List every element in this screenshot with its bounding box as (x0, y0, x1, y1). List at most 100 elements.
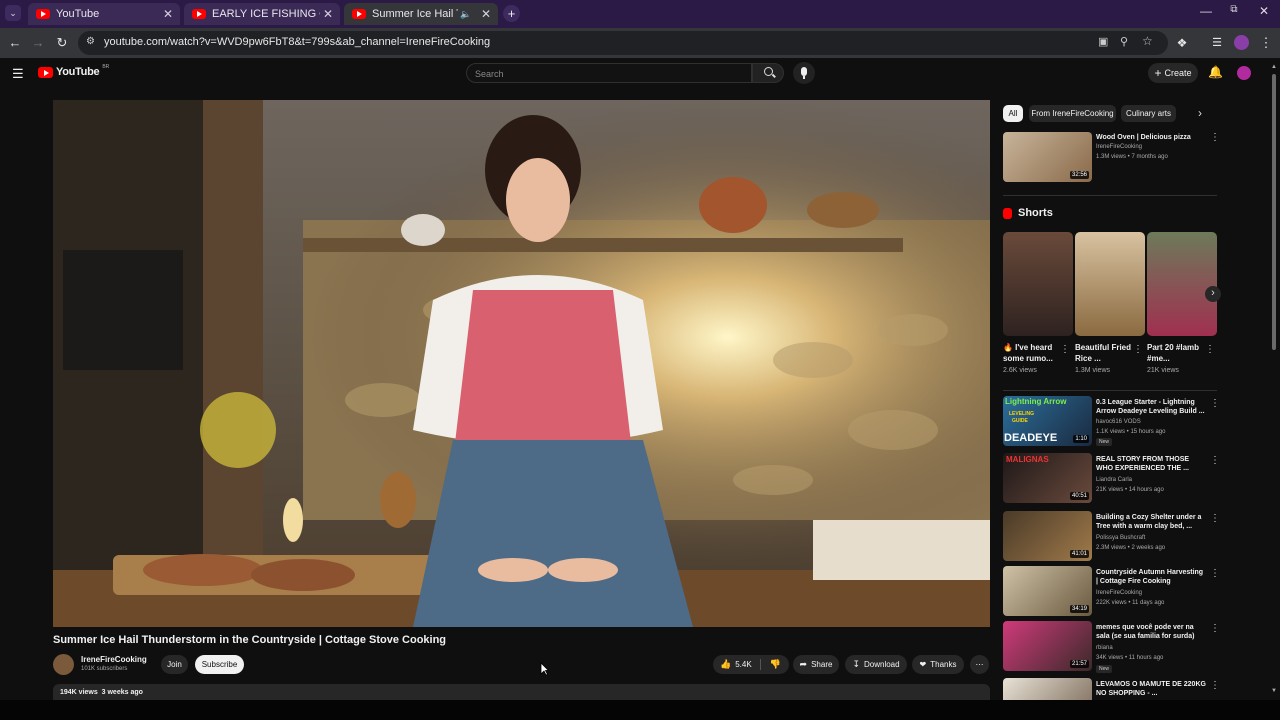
window-close-icon[interactable]: ✕ (1254, 4, 1274, 18)
like-button[interactable]: 👍 5.4K (720, 659, 752, 670)
recommendation-channel: Liandra Carla (1096, 477, 1133, 483)
channel-avatar[interactable] (53, 654, 74, 675)
search-input[interactable] (467, 65, 751, 83)
video-thumbnail[interactable]: 41:01 (1003, 511, 1092, 561)
reload-icon[interactable]: ↻ (53, 34, 71, 52)
shorts-next-icon[interactable]: › (1205, 286, 1221, 302)
more-vertical-icon[interactable]: ⋮ (1210, 398, 1220, 409)
like-dislike-group: 👍 5.4K 👎 (713, 655, 789, 674)
more-vertical-icon[interactable]: ⋮ (1210, 132, 1220, 143)
video-duration: 40:51 (1069, 492, 1089, 500)
short-thumbnail[interactable] (1147, 232, 1217, 336)
share-icon: ➦ (799, 659, 808, 669)
scroll-down-icon[interactable]: ▼ (1271, 688, 1277, 694)
download-button[interactable]: ↧ Download (845, 655, 907, 674)
recommendation-item[interactable]: Lightning Arrow LEVELING GUIDE DEADEYE 1… (1003, 396, 1221, 448)
thumbnail-text: LEVELING (1009, 411, 1035, 417)
url-text[interactable]: youtube.com/watch?v=WVD9pw6FbT8&t=799s&a… (104, 36, 490, 48)
site-info-icon[interactable]: ⚙ (86, 36, 95, 47)
recommendation-item[interactable]: LEVAMOS O MAMUTE DE 220KG NO SHOPPING - … (1003, 678, 1221, 700)
recommendation-item[interactable]: 32:56 Wood Oven | Delicious pizza IreneF… (1003, 132, 1221, 184)
search-button[interactable] (752, 63, 784, 83)
video-thumbnail[interactable]: 21:57 (1003, 621, 1092, 671)
media-controls-icon[interactable]: ☰ (1208, 34, 1226, 52)
country-code: BR (102, 64, 110, 70)
scroll-up-icon[interactable]: ▲ (1271, 64, 1277, 70)
more-vertical-icon[interactable]: ⋮ (1210, 513, 1220, 524)
recommendation-item[interactable]: MALIGNAS 40:51 REAL STORY FROM THOSE WHO… (1003, 453, 1221, 505)
chip-from-channel[interactable]: From IreneFireCooking (1029, 105, 1116, 122)
scrollbar-thumb[interactable] (1272, 74, 1276, 350)
share-button[interactable]: ➦ Share (793, 655, 839, 674)
video-thumbnail[interactable]: 34:19 (1003, 566, 1092, 616)
more-actions-button[interactable]: ⋯ (970, 655, 989, 674)
video-thumbnail[interactable]: Lightning Arrow LEVELING GUIDE DEADEYE 1… (1003, 396, 1092, 446)
join-button[interactable]: Join (161, 655, 188, 674)
video-thumbnail[interactable] (1003, 678, 1092, 700)
short-title: Part 20 #lamb #me... (1147, 343, 1200, 363)
back-icon[interactable]: ← (6, 34, 24, 52)
create-button[interactable]: + Create (1148, 63, 1198, 83)
recommendation-item[interactable]: 21:57 memes que você pode ver na sala (s… (1003, 621, 1221, 673)
chip-all[interactable]: All (1003, 105, 1023, 122)
recommendation-item[interactable]: 34:19 Countryside Autumn Harvesting | Co… (1003, 566, 1221, 618)
recommendation-item[interactable]: 41:01 Building a Cozy Shelter under a Tr… (1003, 511, 1221, 563)
more-vertical-icon[interactable]: ⋮ (1210, 568, 1220, 579)
voice-search-button[interactable] (793, 62, 815, 84)
recommendation-channel: Polissya Bushcraft (1096, 535, 1146, 541)
hamburger-menu-icon[interactable]: ☰ (12, 66, 24, 82)
more-vertical-icon[interactable]: ⋮ (1060, 344, 1070, 355)
thanks-button[interactable]: ❤ Thanks (912, 655, 964, 674)
close-tab-icon[interactable]: ✕ (320, 7, 336, 21)
video-thumbnail[interactable]: MALIGNAS 40:51 (1003, 453, 1092, 503)
recommendation-title: memes que você pode ver na sala (se sua … (1096, 624, 1195, 640)
close-tab-icon[interactable]: ✕ (478, 7, 494, 21)
subscribe-button[interactable]: Subscribe (195, 655, 244, 674)
bookmark-star-icon[interactable]: ☆ (1142, 34, 1153, 48)
extensions-icon[interactable]: ❖ (1173, 34, 1191, 52)
chip-culinary-arts[interactable]: Culinary arts (1121, 105, 1176, 122)
chip-scroll-right-icon[interactable]: › (1198, 106, 1202, 120)
recommendation-meta: 222K views • 11 days ago (1096, 600, 1165, 606)
forward-icon[interactable]: → (29, 34, 47, 52)
more-vertical-icon[interactable]: ⋮ (1133, 344, 1143, 355)
browser-menu-icon[interactable]: ⋮ (1257, 34, 1275, 52)
restore-icon[interactable]: ⧉ (1224, 4, 1244, 15)
more-vertical-icon[interactable]: ⋮ (1210, 680, 1220, 691)
notifications-bell-icon[interactable]: 🔔 (1208, 65, 1223, 79)
recommendation-title: LEVAMOS O MAMUTE DE 220KG NO SHOPPING - … (1096, 681, 1206, 697)
page-scrollbar[interactable]: ▲ ▼ (1270, 64, 1278, 700)
more-vertical-icon[interactable]: ⋮ (1210, 623, 1220, 634)
thumbs-down-icon[interactable]: 👎 (770, 659, 781, 670)
browser-tab-youtube[interactable]: YouTube ✕ (28, 3, 180, 25)
youtube-logo[interactable]: YouTube BR (38, 64, 110, 78)
new-badge: New (1096, 665, 1113, 673)
install-app-icon[interactable]: ▣ (1098, 35, 1108, 48)
thanks-icon: ❤ (919, 660, 927, 669)
zoom-icon[interactable]: ⚲ (1120, 35, 1128, 48)
profile-avatar[interactable] (1234, 35, 1249, 50)
more-vertical-icon[interactable]: ⋮ (1210, 455, 1220, 466)
short-thumbnail[interactable] (1003, 232, 1073, 336)
new-tab-button[interactable]: + (503, 5, 520, 22)
account-avatar[interactable] (1237, 66, 1251, 80)
browser-tab-active[interactable]: Summer Ice Hail Thunderstorm 🔈 ✕ (344, 3, 498, 25)
video-player[interactable] (53, 100, 990, 627)
close-tab-icon[interactable]: ✕ (160, 7, 176, 21)
search-box[interactable] (466, 63, 752, 83)
address-bar[interactable]: ⚙ youtube.com/watch?v=WVD9pw6FbT8&t=799s… (78, 31, 1168, 55)
youtube-favicon-icon (352, 9, 366, 19)
browser-tab-ice-fishing[interactable]: EARLY ICE FISHING CATCH AND ✕ (184, 3, 340, 25)
minimize-icon[interactable]: — (1196, 4, 1216, 18)
new-badge: New (1096, 438, 1113, 446)
thumbnail-text: GUIDE (1012, 418, 1028, 424)
more-horizontal-icon: ⋯ (975, 660, 984, 669)
video-thumbnail[interactable]: 32:56 (1003, 132, 1092, 182)
divider (1003, 195, 1217, 196)
more-vertical-icon[interactable]: ⋮ (1205, 344, 1215, 355)
tab-search-icon[interactable]: ⌄ (5, 5, 21, 21)
browser-toolbar: ← → ↻ ⚙ youtube.com/watch?v=WVD9pw6FbT8&… (0, 28, 1280, 58)
channel-name[interactable]: IreneFireCooking (81, 655, 147, 664)
short-thumbnail[interactable] (1075, 232, 1145, 336)
speaker-icon[interactable]: 🔈 (458, 9, 474, 20)
